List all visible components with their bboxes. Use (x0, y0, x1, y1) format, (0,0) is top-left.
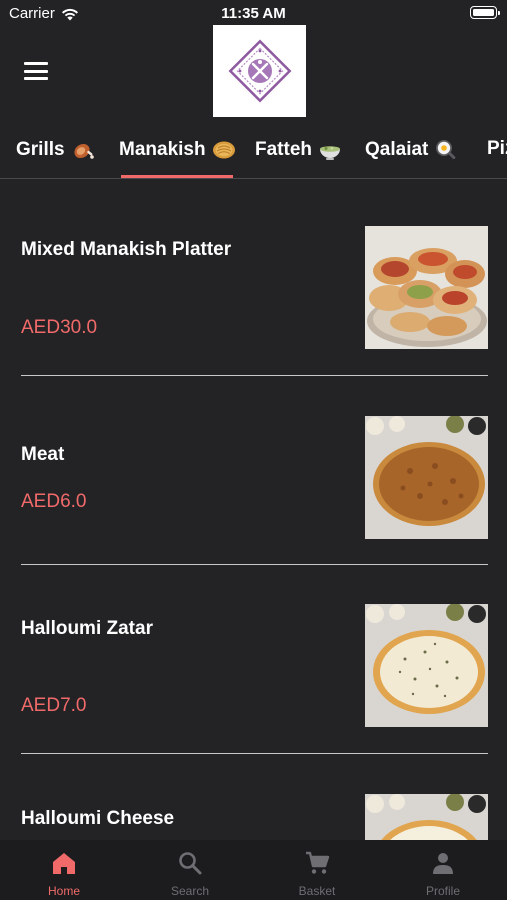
search-icon (179, 852, 202, 875)
menu-item[interactable]: Meat AED6.0 (0, 376, 507, 566)
menu-item[interactable]: Mixed Manakish Platter AED30.0 (0, 180, 507, 376)
bottom-tab-bar: Home Search Basket Profile (0, 840, 507, 900)
screen: Carrier 11:35 AM Grills Manakish Fatteh … (0, 0, 507, 900)
tabs-divider (0, 178, 507, 179)
item-name: Halloumi Cheese (21, 808, 175, 829)
battery-icon (470, 6, 500, 19)
tab-label: Grills (16, 139, 65, 160)
item-price: AED7.0 (21, 695, 87, 716)
pan-emoji-icon (436, 140, 456, 160)
nav-label: Basket (298, 884, 336, 898)
nav-label: Profile (425, 884, 460, 898)
tab-manakish[interactable]: Manakish (119, 138, 236, 162)
tab-label: Qalaiat (365, 139, 429, 160)
item-photo (365, 226, 488, 349)
item-name: Halloumi Zatar (21, 618, 153, 639)
tab-pizza[interactable]: Piz (487, 138, 507, 160)
tab-qalaiat[interactable]: Qalaiat (365, 138, 458, 162)
item-divider (21, 564, 488, 565)
tab-label: Manakish (119, 139, 206, 160)
item-price: AED30.0 (21, 317, 98, 338)
item-price: AED6.0 (21, 491, 87, 512)
tab-label: Piz (487, 138, 507, 159)
item-photo (365, 416, 488, 539)
item-name: Mixed Manakish Platter (21, 239, 232, 260)
nav-basket[interactable]: Basket (254, 840, 380, 900)
nav-label: Home (47, 884, 80, 898)
person-icon (433, 853, 453, 874)
home-icon (53, 853, 75, 874)
restaurant-logo (213, 25, 306, 117)
menu-item[interactable]: Halloumi Cheese (0, 756, 507, 840)
item-photo (365, 604, 488, 727)
meat-emoji-icon (74, 143, 94, 159)
nav-home[interactable]: Home (1, 840, 127, 900)
item-photo (365, 794, 488, 840)
tab-fatteh[interactable]: Fatteh (255, 138, 342, 162)
status-time: 11:35 AM (221, 5, 286, 22)
nav-label: Search (170, 884, 210, 898)
status-bar: Carrier 11:35 AM (0, 0, 507, 26)
menu-item[interactable]: Halloumi Zatar AED7.0 (0, 566, 507, 756)
category-tabs: Grills Manakish Fatteh Qalaiat Pi (0, 130, 507, 178)
flatbread-emoji-icon (212, 141, 235, 159)
tab-grills[interactable]: Grills (16, 138, 95, 162)
cart-icon (306, 851, 330, 874)
bowl-emoji-icon (320, 146, 340, 160)
restaurant-logo-emblem (228, 39, 291, 103)
tab-label: Fatteh (255, 139, 312, 160)
item-name: Meat (21, 444, 65, 465)
nav-profile[interactable]: Profile (380, 840, 506, 900)
item-divider (21, 753, 488, 754)
nav-search[interactable]: Search (127, 840, 253, 900)
hamburger-menu-button[interactable] (24, 62, 48, 80)
